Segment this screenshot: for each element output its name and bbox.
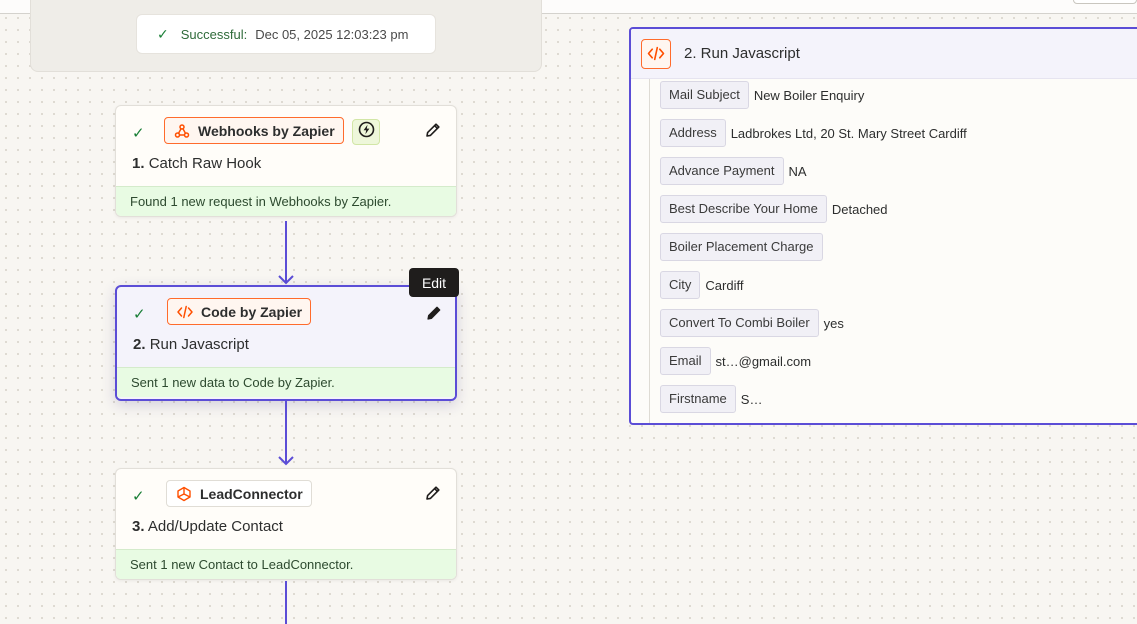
field-key[interactable]: Firstname (660, 385, 736, 413)
top-bar-button[interactable] (1073, 0, 1137, 4)
step-card-1[interactable]: ✓ Webhooks by Zapier 1. Catch Raw Hook F… (115, 105, 457, 217)
field-key[interactable]: Mail Subject (660, 81, 749, 109)
field-value: st…@gmail.com (715, 353, 812, 369)
step-title-text: Catch Raw Hook (148, 155, 262, 172)
field-value: New Boiler Enquiry (753, 87, 865, 103)
app-badge-code[interactable]: Code by Zapier (167, 298, 312, 325)
field-value: yes (823, 315, 844, 331)
app-name: LeadConnector (200, 485, 303, 502)
field-key[interactable]: Address (660, 119, 726, 147)
detail-header: 2. Run Javascript (631, 29, 1137, 79)
field-row: Best Describe Your Home Detached (660, 195, 888, 223)
step-title: 2. Run Javascript (133, 336, 249, 353)
code-icon (641, 38, 671, 69)
step-number: 1. (132, 155, 145, 172)
step-title: 3. Add/Update Contact (132, 518, 283, 535)
step-status: Found 1 new request in Webhooks by Zapie… (116, 186, 456, 216)
field-key[interactable]: Email (660, 347, 711, 375)
connector-arrow-icon (278, 275, 294, 285)
step-number: 3. (132, 518, 145, 535)
field-key[interactable]: Convert To Combi Boiler (660, 309, 819, 337)
step-number: 2. (133, 336, 146, 353)
field-key[interactable]: Advance Payment (660, 157, 784, 185)
field-key[interactable]: Boiler Placement Charge (660, 233, 823, 261)
connector-line (285, 401, 287, 463)
field-row: Mail Subject New Boiler Enquiry (660, 81, 864, 109)
field-list[interactable]: Mail Subject New Boiler Enquiry Address … (649, 79, 1137, 423)
field-value: S… (740, 391, 763, 407)
step-title-text: Run Javascript (149, 336, 249, 353)
field-value: Ladbrokes Ltd, 20 St. Mary Street Cardif… (730, 125, 967, 141)
field-row (660, 423, 744, 425)
run-status-label: Successful: (180, 26, 248, 42)
field-value: NA (788, 163, 807, 179)
connector-line (285, 221, 287, 282)
connector-line (285, 581, 287, 624)
app-name: Webhooks by Zapier (198, 122, 335, 139)
step-title: 1. Catch Raw Hook (132, 155, 261, 172)
field-row: Email st…@gmail.com (660, 347, 811, 375)
field-row: Firstname S… (660, 385, 762, 413)
field-value: Cardiff (705, 277, 744, 293)
bolt-icon (358, 121, 375, 143)
webhook-icon (174, 123, 190, 139)
field-row: Boiler Placement Charge (660, 233, 828, 261)
step-detail-panel: 2. Run Javascript Mail Subject New Boile… (629, 27, 1137, 425)
edit-pencil-icon[interactable] (425, 304, 443, 322)
detail-title: 2. Run Javascript (684, 45, 800, 62)
check-icon: ✓ (132, 488, 145, 505)
instant-trigger-badge[interactable] (352, 119, 380, 145)
field-value: Detached (831, 201, 888, 217)
field-key[interactable] (660, 423, 744, 425)
step-card-2[interactable]: ✓ Code by Zapier 2. Run Javascript Sent … (115, 285, 457, 401)
run-status-pill: ✓ Successful: Dec 05, 2025 12:03:23 pm (136, 14, 436, 54)
check-icon: ✓ (157, 25, 169, 42)
check-icon: ✓ (132, 125, 145, 142)
connector-arrow-icon (278, 456, 294, 466)
field-row: City Cardiff (660, 271, 743, 299)
edit-pencil-icon[interactable] (424, 484, 442, 502)
step-title-text: Add/Update Contact (147, 518, 283, 535)
field-row: Advance Payment NA (660, 157, 807, 185)
check-icon: ✓ (133, 306, 146, 323)
field-key[interactable]: City (660, 271, 701, 299)
step-card-3[interactable]: ✓ LeadConnector 3. Add/Update Contact Se… (115, 468, 457, 580)
leadconnector-icon (176, 486, 192, 502)
edit-tooltip: Edit (409, 268, 459, 297)
step-status: Sent 1 new Contact to LeadConnector. (116, 549, 456, 579)
code-icon (177, 305, 193, 319)
field-key[interactable]: Best Describe Your Home (660, 195, 827, 223)
app-name: Code by Zapier (201, 303, 303, 320)
app-badge-leadconnector[interactable]: LeadConnector (166, 480, 312, 507)
field-row: Convert To Combi Boiler yes (660, 309, 844, 337)
step-status: Sent 1 new data to Code by Zapier. (117, 367, 455, 397)
run-timestamp: Dec 05, 2025 12:03:23 pm (255, 26, 409, 42)
field-row: Address Ladbrokes Ltd, 20 St. Mary Stree… (660, 119, 967, 147)
app-badge-webhooks[interactable]: Webhooks by Zapier (164, 117, 344, 144)
edit-pencil-icon[interactable] (424, 121, 442, 139)
